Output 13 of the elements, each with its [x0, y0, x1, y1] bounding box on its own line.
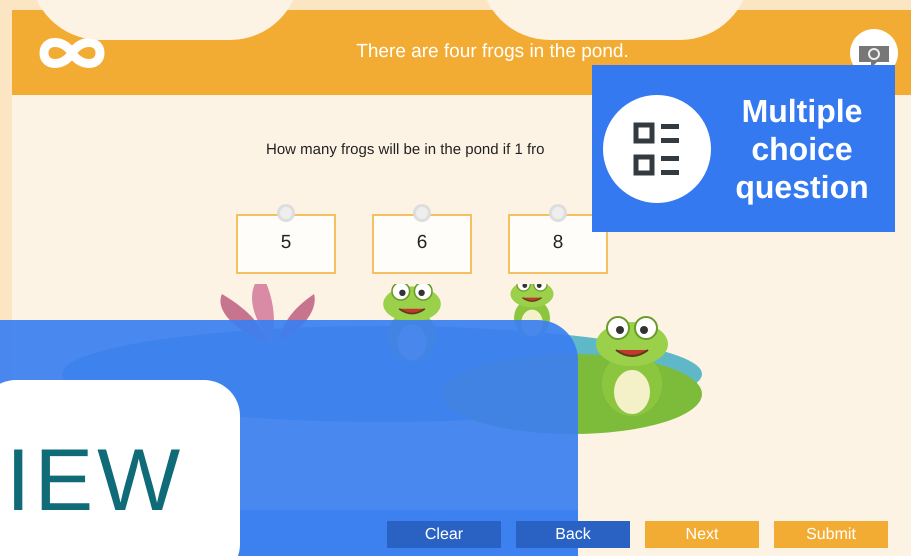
badge-label: Multiple choice question: [734, 92, 870, 206]
checklist-icon: [633, 122, 681, 176]
answer-option[interactable]: 5: [236, 214, 336, 274]
radio-button[interactable]: [413, 204, 431, 222]
answer-option[interactable]: 6: [372, 214, 472, 274]
nav-button[interactable]: Clear: [387, 521, 501, 548]
answer-option[interactable]: 8: [508, 214, 608, 274]
overlay-text: IEW: [6, 436, 184, 524]
radio-button[interactable]: [277, 204, 295, 222]
radio-button[interactable]: [549, 204, 567, 222]
nav-button[interactable]: Back: [516, 521, 630, 548]
header-title: There are four frogs in the pond.: [356, 40, 629, 64]
question-text: How many frogs will be in the pond if 1 fro: [266, 140, 544, 160]
